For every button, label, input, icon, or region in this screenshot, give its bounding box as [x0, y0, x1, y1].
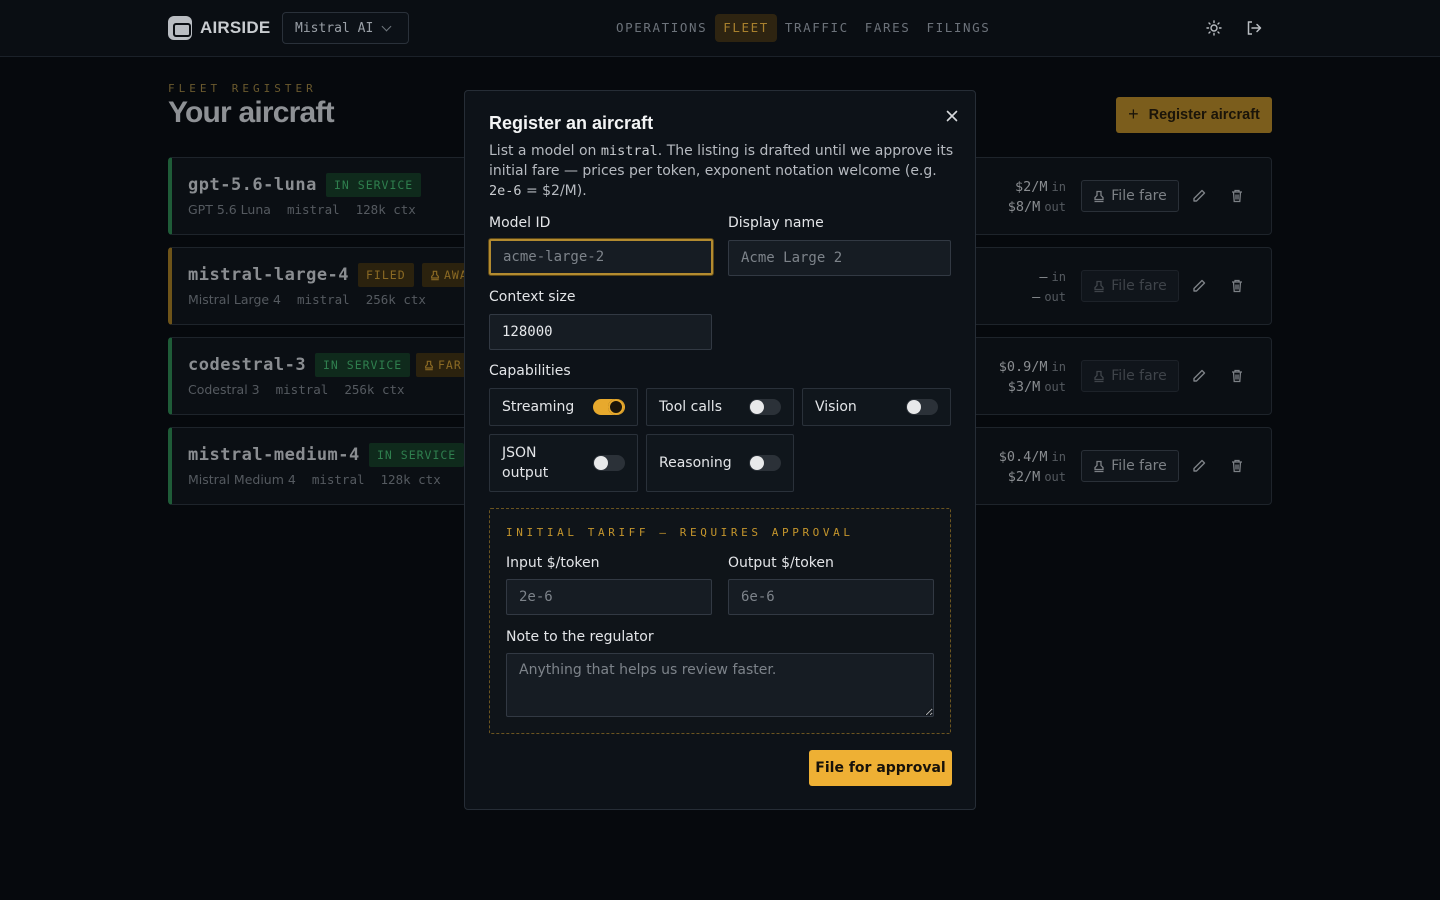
capability-tool-calls[interactable]: Tool calls [646, 388, 794, 426]
register-aircraft-dialog: Register an aircraft List a model on mis… [464, 90, 976, 810]
capability-vision[interactable]: Vision [802, 388, 951, 426]
capabilities-label: Capabilities [489, 363, 571, 379]
capability-label: Reasoning [659, 455, 732, 471]
toggle-knob [608, 399, 624, 415]
desc-code: 2e-6 [489, 183, 522, 199]
reasoning-toggle[interactable] [749, 455, 781, 471]
capability-label: JSON output [502, 445, 549, 481]
model-id-label: Model ID [489, 215, 551, 231]
capability-reasoning[interactable]: Reasoning [646, 434, 794, 492]
input-price-label: Input $/token [506, 555, 600, 571]
capability-label: Vision [815, 399, 857, 415]
capability-label: Tool calls [659, 399, 722, 415]
toggle-knob [750, 400, 764, 414]
initial-tariff-section: INITIAL TARIFF — REQUIRES APPROVAL Input… [489, 508, 951, 734]
context-size-input[interactable] [489, 314, 712, 350]
toggle-knob [750, 456, 764, 470]
vision-toggle[interactable] [906, 399, 938, 415]
file-for-approval-button[interactable]: File for approval [809, 750, 952, 786]
output-price-label: Output $/token [728, 555, 834, 571]
display-name-label: Display name [728, 215, 824, 231]
capability-streaming[interactable]: Streaming [489, 388, 638, 426]
toggle-knob [594, 456, 608, 470]
desc-part: = $2/M). [521, 183, 587, 199]
toggle-knob [907, 400, 921, 414]
json-output-toggle[interactable] [593, 455, 625, 471]
dialog-description: List a model on mistral. The listing is … [489, 141, 955, 201]
model-id-input[interactable] [489, 239, 713, 275]
desc-code: mistral [600, 143, 658, 159]
desc-part: List a model on [489, 143, 601, 159]
note-label: Note to the regulator [506, 629, 654, 645]
dialog-title: Register an aircraft [489, 113, 654, 133]
capability-json-output[interactable]: JSON output [489, 434, 638, 492]
close-icon[interactable] [944, 108, 960, 124]
tariff-title: INITIAL TARIFF — REQUIRES APPROVAL [506, 526, 854, 539]
tool-calls-toggle[interactable] [749, 399, 781, 415]
context-size-label: Context size [489, 289, 576, 305]
regulator-note-textarea[interactable] [506, 653, 934, 717]
output-price-input[interactable] [728, 579, 934, 615]
capability-label: Streaming [502, 399, 575, 415]
input-price-input[interactable] [506, 579, 712, 615]
display-name-input[interactable] [728, 240, 951, 276]
streaming-toggle[interactable] [593, 399, 625, 415]
